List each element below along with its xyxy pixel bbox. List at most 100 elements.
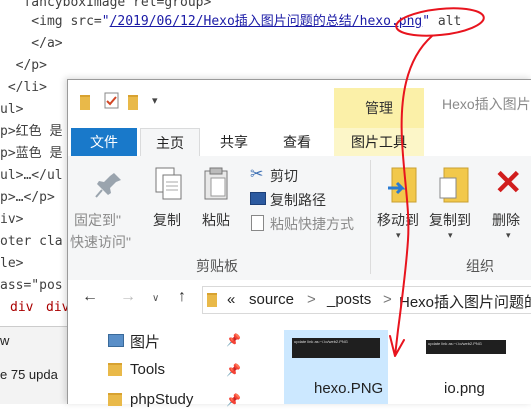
move-to-icon [388,167,417,203]
code-token: fancyboxImage rel=group> [0,0,212,10]
paste-label: 粘贴 [202,212,230,228]
panel-status: e 75 upda [0,367,58,382]
paste-button[interactable]: 粘贴 [194,160,238,250]
nav-item-tools[interactable]: Tools 📌 [68,360,258,382]
crumb-posts[interactable]: _posts [327,291,371,308]
code-line: ass="pos [0,275,63,297]
ribbon-separator [370,160,371,274]
code-line: p>蓝色 是 [0,143,62,165]
up-arrow-icon[interactable]: ↑ [178,288,186,306]
copy-button[interactable]: 复制 [146,160,190,250]
code-line: p>红色 是 [0,121,62,143]
tab-picture-tools[interactable]: 图片工具 [334,128,424,156]
back-arrow-icon[interactable]: ← [82,288,98,306]
code-line: </li> [0,77,47,99]
copy-path-button[interactable]: 复制路径 [248,188,348,210]
code-line: iv> [0,209,23,231]
customize-dropdown-icon[interactable]: ▾ [152,94,158,107]
crumb-separator-2: > [383,291,392,308]
tab-file[interactable]: 文件 [71,128,137,156]
code-token: p>蓝色 是 [0,146,63,161]
crumb-source[interactable]: source [249,291,294,308]
clipboard-group-label: 剪贴板 [196,258,238,274]
code-token: </p> [0,58,47,73]
nav-item-phpstudy[interactable]: phpStudy 📌 [68,390,258,412]
file-hexo-png[interactable]: update link as:~/.io/web2.PNG hexo.PNG [284,330,388,404]
code-line: le> [0,253,23,275]
properties-icon[interactable] [104,92,120,115]
code-token: iv> [0,212,24,227]
code-line: ul>…</ul [0,165,63,187]
image-thumbnail: update link as:~/.io/web2.PNG [292,338,380,358]
scissors-icon: ✂ [250,166,264,183]
code-line: ul> [0,99,23,121]
code-token: ul> [0,102,24,117]
tab-share[interactable]: 共享 [212,128,256,156]
code-token: ul>…</ul [0,168,63,183]
nav-item-label: 图片 [130,334,161,351]
code-token: ass="pos [0,278,63,293]
code-line: </a> [0,33,63,55]
code-token: le> [0,256,24,271]
file-io-png[interactable]: update link as:~/.io/web2.PNG io.png [418,330,518,404]
copy-to-icon [439,167,469,203]
code-line: oter cla [0,231,63,253]
move-to-label: 移动到 [377,212,419,228]
copy-to-dropdown-icon: ▾ [448,230,453,240]
crumb-current-folder[interactable]: Hexo插入图片问题的 [399,291,531,312]
breadcrumb-div-1[interactable]: div [10,300,33,315]
organize-group-label: 组织 [466,258,494,274]
nav-item-pictures[interactable]: 图片 📌 [68,330,258,352]
address-bar-row: ← → ∨ ↑ « source > _posts > Hexo插入图片问题的 [68,280,531,320]
delete-x-icon: ✕ [494,164,523,202]
new-folder-icon[interactable] [128,95,138,115]
delete-button[interactable]: ✕ 删除 ▾ [486,160,531,250]
code-token: " [101,14,110,29]
title-bar: ▾ 管理 Hexo插入图片 [68,80,531,128]
file-name: io.png [444,380,485,397]
copy-to-button[interactable]: 复制到 ▾ [428,160,478,250]
paste-shortcut-label: 粘贴快捷方式 [270,216,354,232]
tab-view[interactable]: 查看 [274,128,320,156]
code-token: </a> [0,36,63,51]
explorer-content: 图片 📌 Tools 📌 phpStudy 📌 update link as:~… [68,320,531,408]
address-bar[interactable]: « source > _posts > Hexo插入图片问题的 [202,286,531,314]
nav-item-label: Tools [130,361,166,378]
pictures-icon [108,334,124,347]
recent-dropdown-icon[interactable]: ∨ [152,293,159,304]
panel-tab[interactable]: w [0,333,9,348]
folder-icon [108,393,122,411]
delete-label: 删除 [492,212,520,228]
ribbon-tabs: 文件 主页 共享 查看 图片工具 [68,128,531,158]
image-thumbnail: update link as:~/.io/web2.PNG [426,340,506,354]
code-token: " [422,14,431,29]
breadcrumb-div-2[interactable]: div [46,300,69,315]
crumb-separator-1: > [307,291,316,308]
forward-arrow-icon[interactable]: → [120,288,136,306]
pinned-icon: 📌 [226,393,241,407]
code-token: p>…</p> [0,190,55,205]
pin-label-2: 快速访问" [70,234,131,250]
move-to-button[interactable]: 移动到 ▾ [376,160,424,250]
code-token: oter cla [0,234,63,249]
code-token: <img src= [0,14,102,29]
pin-to-quick-access-button[interactable]: 固定到" 快速访问" [70,160,144,250]
address-folder-icon [207,293,217,312]
pinned-icon: 📌 [226,333,241,347]
cut-label: 剪切 [270,168,298,184]
image-src-link[interactable]: /2019/06/12/Hexo插入图片问题的总结/hexo.png [110,14,423,29]
thumbnail-text: update link as:~/.io/web2.PNG [294,339,348,344]
code-line: <img src="/2019/06/12/Hexo插入图片问题的总结/hexo… [0,11,461,33]
cut-button[interactable]: ✂ 剪切 [248,164,328,186]
paste-shortcut-button[interactable]: 粘贴快捷方式 [248,212,368,234]
window-title: Hexo插入图片 [442,96,531,112]
thumbnail-text: update link as:~/.io/web2.PNG [428,341,482,346]
code-token: alt [430,14,462,29]
tab-home[interactable]: 主页 [140,128,200,158]
paste-icon [204,167,228,200]
code-line: </p> [0,55,47,77]
file-explorer-window: ▾ 管理 Hexo插入图片 文件 主页 共享 查看 图片工具 固定到" 快速访问… [67,79,531,408]
manage-context-tab[interactable]: 管理 [334,88,424,128]
address-overflow-chevron[interactable]: « [227,291,235,308]
code-token: </li> [0,80,47,95]
